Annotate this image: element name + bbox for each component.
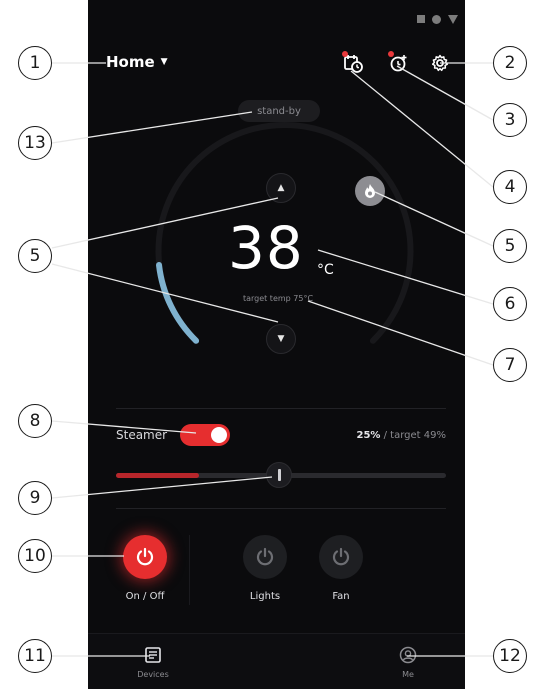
callout-number: 8 — [18, 404, 52, 438]
heating-indicator — [355, 176, 385, 206]
nav-devices-label: Devices — [137, 670, 169, 679]
callout-number: 5 — [493, 229, 527, 263]
phone-screen: Home ▼ stand-by ▲ 38 °C target temp 75°C… — [88, 0, 465, 689]
steamer-current-value: 25% — [356, 430, 381, 441]
section-divider — [116, 408, 446, 409]
nav-me[interactable] — [397, 644, 419, 666]
fan-button[interactable] — [319, 535, 363, 579]
section-divider — [116, 508, 446, 509]
power-icon — [136, 547, 154, 566]
callout-number: 3 — [493, 103, 527, 137]
flame-icon — [365, 184, 375, 198]
toggle-knob — [211, 427, 227, 443]
callout-number: 1 — [18, 46, 52, 80]
target-temperature-label: target temp 75°C — [242, 294, 314, 303]
fan-label: Fan — [332, 591, 350, 602]
slider-grip-icon — [277, 469, 281, 481]
temperature-unit: °C — [317, 262, 334, 278]
lights-button[interactable] — [243, 535, 287, 579]
callout-number: 9 — [18, 481, 52, 515]
bottom-navigation: Devices Me — [88, 633, 465, 689]
devices-icon — [145, 647, 161, 663]
steamer-level-text: 25% / target 49% — [324, 430, 446, 441]
callout-number: 7 — [493, 348, 527, 382]
callout-number: 6 — [493, 287, 527, 321]
nav-devices[interactable] — [142, 644, 164, 666]
callout-number: 4 — [493, 170, 527, 204]
callout-number: 11 — [18, 639, 52, 673]
steamer-slider-fill — [116, 473, 199, 478]
annotated-screenshot: Home ▼ stand-by ▲ 38 °C target temp 75°C… — [0, 0, 545, 689]
steamer-label: Steamer — [116, 428, 168, 442]
steamer-target-value: / target 49% — [380, 430, 446, 441]
power-icon — [256, 547, 274, 566]
steamer-toggle[interactable] — [180, 424, 230, 446]
chevron-down-icon: ▼ — [277, 334, 285, 344]
callout-number: 2 — [493, 46, 527, 80]
power-icon — [332, 547, 350, 566]
power-label: On / Off — [125, 591, 165, 602]
chevron-up-icon: ▲ — [277, 183, 285, 193]
power-button[interactable] — [123, 535, 167, 579]
temperature-down-button[interactable]: ▼ — [266, 324, 296, 354]
steamer-slider-thumb[interactable] — [266, 462, 292, 488]
callout-number: 13 — [18, 126, 52, 160]
controls-separator — [189, 535, 190, 605]
callout-number: 10 — [18, 539, 52, 573]
dial-progress-arc — [156, 262, 200, 344]
temperature-up-button[interactable]: ▲ — [266, 173, 296, 203]
callout-number: 12 — [493, 639, 527, 673]
user-icon — [399, 646, 417, 664]
nav-me-label: Me — [402, 670, 414, 679]
callout-number: 5 — [18, 239, 52, 273]
current-temperature: 38 — [228, 214, 304, 282]
